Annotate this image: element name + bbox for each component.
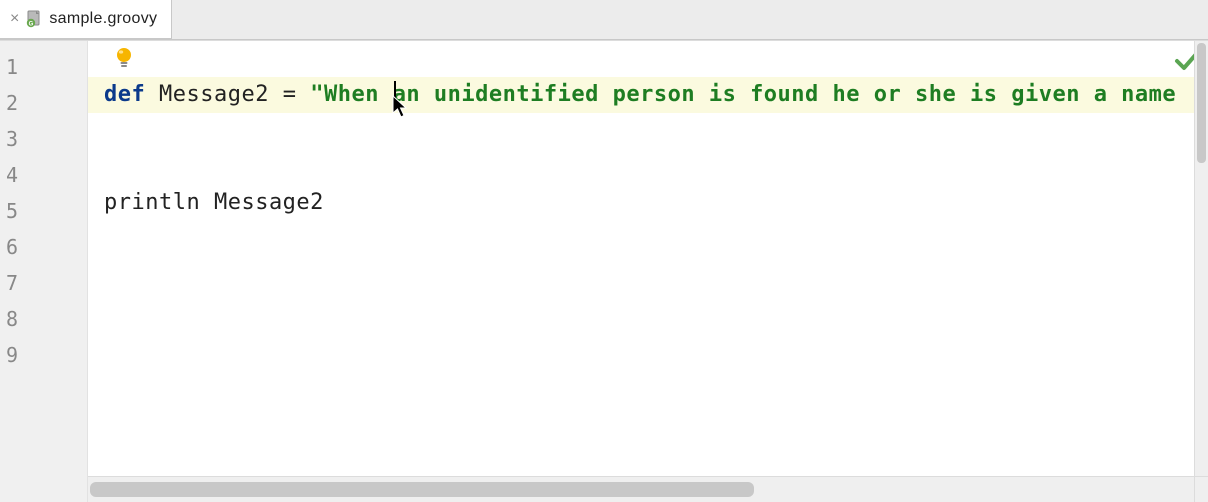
code-line[interactable] xyxy=(88,329,1208,365)
line-number: 8 xyxy=(0,301,87,337)
code-line[interactable] xyxy=(88,293,1208,329)
line-number: 5 xyxy=(0,193,87,229)
tab-filename: sample.groovy xyxy=(49,11,157,27)
line-number: 3 xyxy=(0,121,87,157)
token-id: Message2 xyxy=(159,82,269,107)
editor-tab[interactable]: × G sample.groovy xyxy=(0,0,172,39)
horizontal-scrollbar[interactable] xyxy=(88,476,1194,502)
line-number: 9 xyxy=(0,337,87,373)
code-line[interactable]: println Message2 xyxy=(88,185,1208,221)
token-kw: def xyxy=(104,82,145,107)
close-icon[interactable]: × xyxy=(10,11,19,27)
code-line[interactable] xyxy=(88,41,1208,77)
line-number: 7 xyxy=(0,265,87,301)
line-number: 1 xyxy=(0,49,87,85)
token-str: "When an unidentified person is found he… xyxy=(310,82,1176,107)
line-number: 6 xyxy=(0,229,87,265)
line-number: 2 xyxy=(0,85,87,121)
scrollbar-corner xyxy=(1194,476,1208,502)
horizontal-scrollbar-thumb[interactable] xyxy=(90,482,754,497)
code-line[interactable]: def Message2 = "When an unidentified per… xyxy=(88,77,1208,113)
code-area[interactable]: def Message2 = "When an unidentified per… xyxy=(88,41,1208,502)
line-number: 4 xyxy=(0,157,87,193)
token-op: = xyxy=(283,82,297,107)
svg-text:G: G xyxy=(29,21,34,27)
code-line[interactable] xyxy=(88,113,1208,149)
code-line[interactable] xyxy=(88,149,1208,185)
code-line[interactable] xyxy=(88,257,1208,293)
token-stmt: println Message2 xyxy=(104,190,324,215)
code-line[interactable] xyxy=(88,221,1208,257)
vertical-scrollbar-thumb[interactable] xyxy=(1197,43,1206,163)
groovy-file-icon: G xyxy=(25,10,43,28)
vertical-scrollbar[interactable] xyxy=(1194,41,1208,476)
editor: 123456789 def Message2 = "When an uniden… xyxy=(0,40,1208,502)
tab-bar: × G sample.groovy xyxy=(0,0,1208,40)
gutter: 123456789 xyxy=(0,41,88,502)
